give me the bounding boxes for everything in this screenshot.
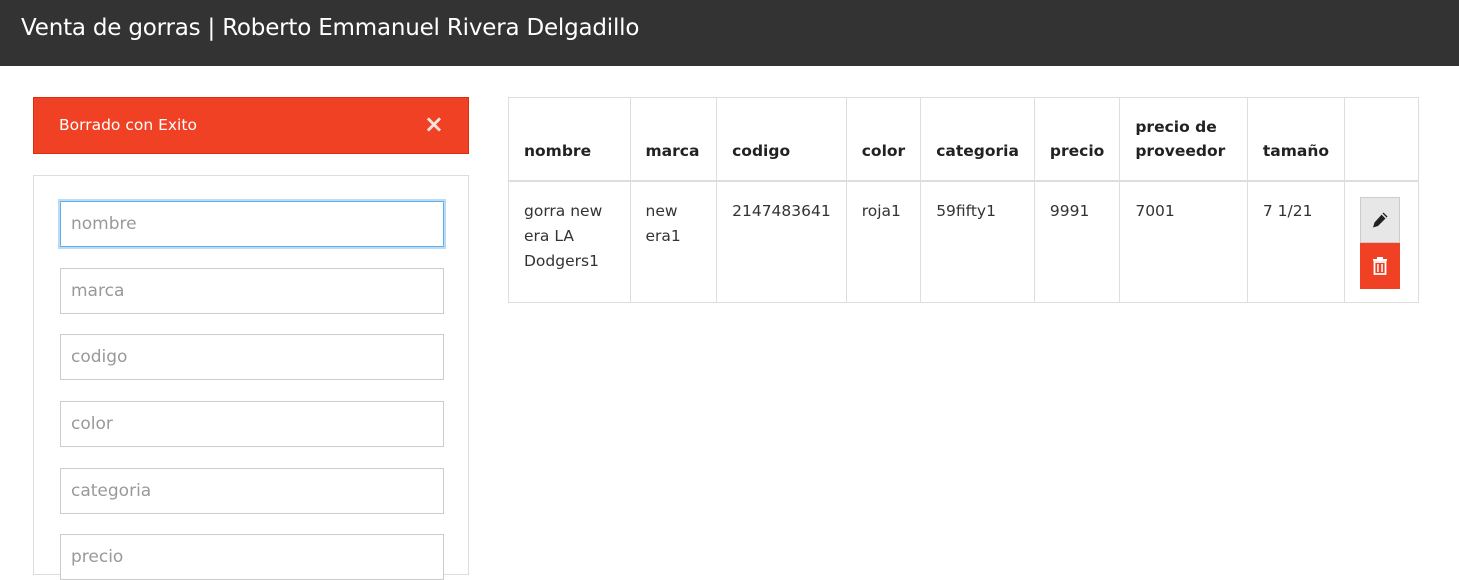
header-precio-proveedor: precio de proveedor bbox=[1119, 97, 1248, 182]
delete-button[interactable] bbox=[1360, 242, 1401, 289]
cell-precio: 9991 bbox=[1033, 180, 1121, 303]
trash-icon bbox=[1373, 256, 1388, 275]
edit-button[interactable] bbox=[1360, 196, 1401, 243]
success-alert: Borrado con Exito × bbox=[33, 97, 469, 154]
precio-input[interactable] bbox=[60, 534, 444, 580]
header-actions bbox=[1344, 97, 1419, 182]
products-table: nombre marca codigo color categoria prec… bbox=[508, 97, 1419, 303]
cell-actions bbox=[1344, 180, 1419, 303]
header-color: color bbox=[845, 97, 922, 182]
color-input[interactable] bbox=[60, 401, 444, 447]
header-precio: precio bbox=[1033, 97, 1121, 182]
header-marca: marca bbox=[629, 97, 718, 182]
page-title[interactable]: Venta de gorras | Roberto Emmanuel River… bbox=[21, 15, 639, 41]
header-codigo: codigo bbox=[716, 97, 847, 182]
header-nombre: nombre bbox=[508, 97, 631, 182]
pencil-icon bbox=[1373, 212, 1388, 227]
nombre-input[interactable] bbox=[60, 201, 444, 247]
cell-precio-proveedor: 7001 bbox=[1119, 180, 1248, 303]
header-tamano: tamaño bbox=[1246, 97, 1346, 182]
alert-message: Borrado con Exito bbox=[59, 116, 197, 134]
cell-tamano: 7 1/21 bbox=[1246, 180, 1346, 303]
cell-categoria: 59fifty1 bbox=[920, 180, 1035, 303]
close-icon[interactable]: × bbox=[424, 112, 444, 136]
product-form bbox=[33, 175, 469, 580]
cell-color: roja1 bbox=[845, 180, 922, 303]
cell-codigo: 2147483641 bbox=[716, 180, 847, 303]
cell-nombre: gorra new era LA Dodgers1 bbox=[508, 180, 631, 303]
codigo-input[interactable] bbox=[60, 334, 444, 380]
products-table-wrapper: nombre marca codigo color categoria prec… bbox=[508, 97, 1419, 303]
cell-marca: new era1 bbox=[629, 180, 718, 303]
table-row: gorra new era LA Dodgers1 new era1 21474… bbox=[508, 180, 1419, 303]
categoria-input[interactable] bbox=[60, 468, 444, 514]
navbar: Venta de gorras | Roberto Emmanuel River… bbox=[0, 0, 1459, 66]
table-header-row: nombre marca codigo color categoria prec… bbox=[508, 97, 1419, 182]
header-categoria: categoria bbox=[920, 97, 1035, 182]
marca-input[interactable] bbox=[60, 268, 444, 314]
